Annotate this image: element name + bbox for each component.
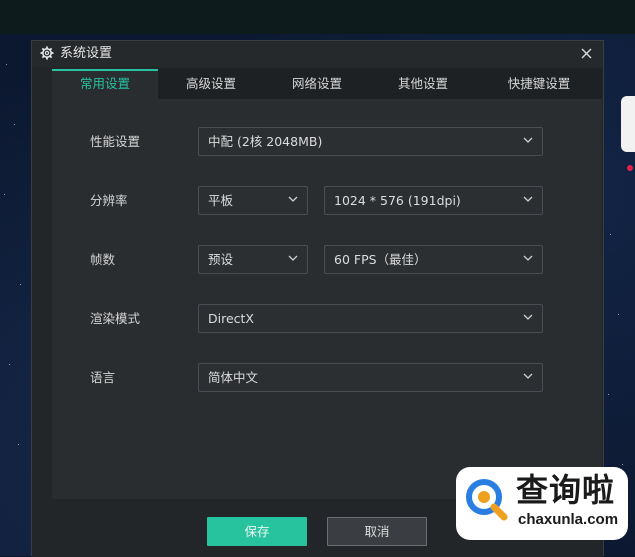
fps-label: 帧数 <box>90 252 116 267</box>
close-icon <box>581 48 591 59</box>
watermark-url: chaxunla.com <box>518 511 619 528</box>
resolution-mode-select[interactable]: 平板 <box>198 186 308 215</box>
cancel-button[interactable]: 取消 <box>327 517 427 546</box>
language-label: 语言 <box>90 370 116 385</box>
tab-common-settings[interactable]: 常用设置 <box>52 69 158 99</box>
tab-network-settings[interactable]: 网络设置 <box>264 69 370 99</box>
notification-dot <box>627 165 633 171</box>
tab-hotkey-settings[interactable]: 快捷键设置 <box>476 69 602 99</box>
watermark: 查询啦 chaxunla.com <box>456 467 628 540</box>
top-bar-background <box>0 0 635 34</box>
chevron-down-icon <box>523 373 533 379</box>
watermark-brand: 查询啦 <box>516 471 616 509</box>
side-panel-card <box>621 96 635 152</box>
dialog-titlebar: 系统设置 <box>32 41 603 67</box>
fps-value: 60 FPS（最佳） <box>334 252 427 267</box>
fps-mode-select[interactable]: 预设 <box>198 245 308 274</box>
resolution-label: 分辨率 <box>90 193 128 208</box>
chevron-down-icon <box>523 314 533 320</box>
settings-panel: 性能设置 中配 (2核 2048MB) 分辨率 平板 1024 * 576 (1… <box>52 99 602 499</box>
chevron-down-icon <box>288 196 298 202</box>
dialog-title: 系统设置 <box>60 46 113 61</box>
chevron-down-icon <box>288 255 298 261</box>
resolution-value: 1024 * 576 (191dpi) <box>334 193 461 208</box>
search-logo-icon <box>466 479 508 521</box>
tab-other-settings[interactable]: 其他设置 <box>370 69 476 99</box>
tab-advanced-settings[interactable]: 高级设置 <box>158 69 264 99</box>
gear-icon <box>40 46 54 60</box>
save-button[interactable]: 保存 <box>207 517 307 546</box>
tab-bar: 常用设置 高级设置 网络设置 其他设置 快捷键设置 <box>52 69 602 99</box>
chevron-down-icon <box>523 137 533 143</box>
performance-select[interactable]: 中配 (2核 2048MB) <box>198 127 543 156</box>
render-mode-select[interactable]: DirectX <box>198 304 543 333</box>
fps-select[interactable]: 60 FPS（最佳） <box>324 245 543 274</box>
language-value: 简体中文 <box>208 370 259 385</box>
render-mode-value: DirectX <box>208 311 254 326</box>
fps-mode-value: 预设 <box>208 252 234 267</box>
performance-value: 中配 (2核 2048MB) <box>208 134 323 149</box>
resolution-mode-value: 平板 <box>208 193 234 208</box>
chevron-down-icon <box>523 196 533 202</box>
performance-label: 性能设置 <box>90 134 141 149</box>
chevron-down-icon <box>523 255 533 261</box>
render-mode-label: 渲染模式 <box>90 311 141 326</box>
language-select[interactable]: 简体中文 <box>198 363 543 392</box>
resolution-select[interactable]: 1024 * 576 (191dpi) <box>324 186 543 215</box>
close-button[interactable] <box>579 45 593 61</box>
